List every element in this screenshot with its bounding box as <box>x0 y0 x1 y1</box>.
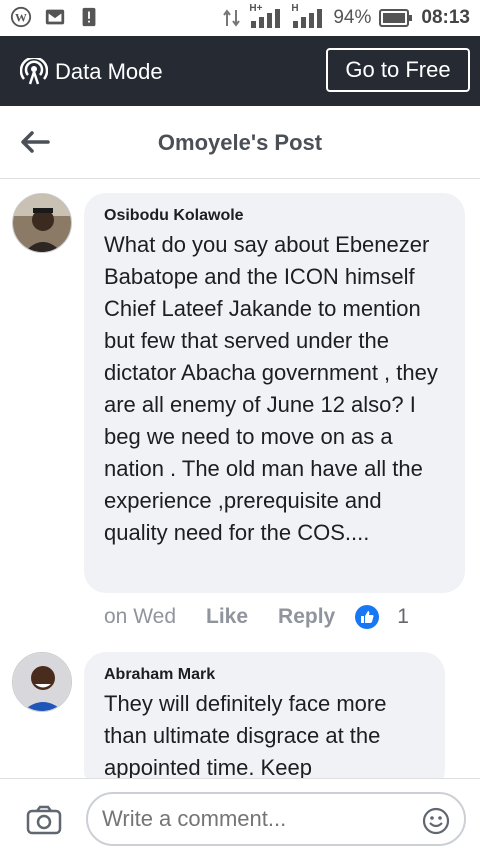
comment-timestamp[interactable]: on Wed <box>104 605 176 629</box>
camera-icon[interactable] <box>26 805 62 835</box>
avatar[interactable] <box>12 193 72 253</box>
signal-1-icon: H+ <box>249 3 283 29</box>
comment-author[interactable]: Abraham Mark <box>104 666 425 684</box>
reply-button[interactable]: Reply <box>278 605 335 629</box>
comment-text: What do you say about Ebenezer Babatope … <box>104 232 438 545</box>
go-to-free-button[interactable]: Go to Free <box>326 48 470 92</box>
broadcast-icon <box>20 58 48 85</box>
comment-input[interactable] <box>100 805 404 833</box>
clock: 08:13 <box>421 7 470 28</box>
like-count[interactable]: 1 <box>397 605 409 629</box>
data-mode-label: Data Mode <box>55 59 163 84</box>
data-mode-bar: Data Mode Go to Free <box>0 36 480 106</box>
thumbs-up-icon[interactable] <box>355 605 380 629</box>
data-transfer-icon <box>223 9 241 27</box>
comment-bubble: Abraham Mark They will definitely face m… <box>84 652 445 792</box>
svg-text:W: W <box>15 11 27 25</box>
wordpress-icon: W <box>10 6 32 28</box>
comment-text: They will definitely face more than ulti… <box>104 691 387 780</box>
alert-icon <box>82 7 96 27</box>
signal-2-icon: H <box>291 3 325 29</box>
avatar[interactable] <box>12 652 72 712</box>
comment-author[interactable]: Osibodu Kolawole <box>104 207 445 225</box>
like-button[interactable]: Like <box>206 605 248 629</box>
battery-icon <box>379 9 413 27</box>
status-bar: W H+ H 94% 08:13 <box>0 0 480 36</box>
comment-bubble: Osibodu Kolawole What do you say about E… <box>84 193 465 593</box>
comment-input-wrapper[interactable] <box>86 792 466 846</box>
gmail-icon <box>45 9 65 25</box>
emoji-icon[interactable] <box>422 807 450 835</box>
post-header: Omoyele's Post <box>0 106 480 179</box>
page-title: Omoyele's Post <box>157 130 323 155</box>
battery-percent: 94% <box>333 7 372 28</box>
comment-composer <box>0 778 480 855</box>
comment-actions: on Wed Like Reply 1 <box>104 605 409 629</box>
